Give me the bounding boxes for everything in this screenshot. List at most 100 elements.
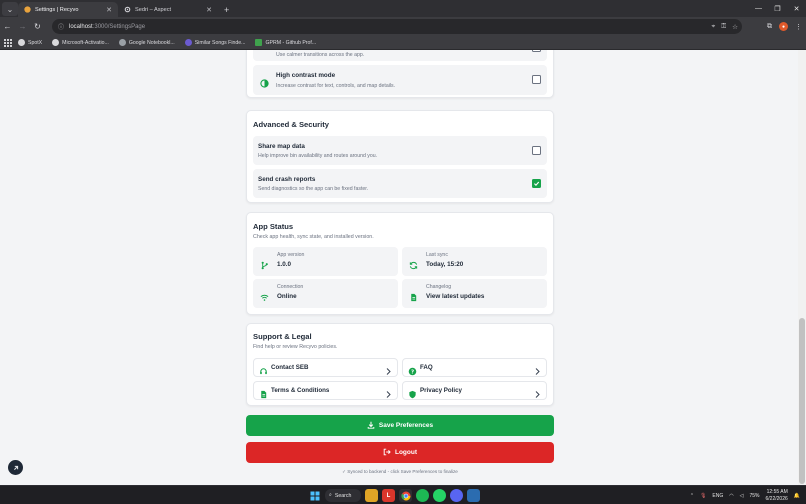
tab-settings[interactable]: Settings | Recyvo ✕ [18,2,118,17]
high-contrast-row[interactable]: High contrast mode Increase contrast for… [253,65,547,95]
save-preferences-button[interactable]: Save Preferences [246,415,554,436]
site-info-icon[interactable]: ⓘ [58,22,64,31]
chrome-icon[interactable] [399,489,412,502]
bookmark-similar-songs[interactable]: Similar Songs Finde... [184,39,245,46]
crash-reports-row[interactable]: Send crash reports Send diagnostics so t… [253,169,547,198]
spotify-icon[interactable] [416,489,429,502]
bookmark-microsoft-activation[interactable]: Microsoft-Activatio... [52,39,109,46]
chevron-right-icon [534,386,541,398]
gear-icon [124,6,131,13]
reduce-motion-row[interactable]: Use calmer transitions across the app. [253,50,547,61]
contact-seb-label: Contact SEB [271,364,309,371]
help-circle-icon: ? [408,363,417,375]
clock-time: 12:55 AM [766,489,788,495]
crash-reports-checkbox[interactable] [532,179,541,188]
connection-value: Online [277,293,297,300]
app-version-label: App version [277,252,305,258]
last-sync-value: Today, 15:20 [426,261,464,268]
document-icon [409,289,418,302]
password-key-icon[interactable]: ⚿ [721,23,726,31]
last-sync-label: Last sync [426,252,448,258]
windows-start-icon[interactable] [308,489,321,502]
tab-search-button[interactable]: ⌄ [2,2,18,16]
share-map-data-checkbox[interactable] [532,146,541,155]
connection-label: Connection [277,284,304,290]
maximize-icon[interactable]: ❐ [768,5,787,13]
notification-bell-icon[interactable]: 🔔 [794,493,800,499]
floating-action-button[interactable] [8,460,23,475]
contrast-icon [260,75,269,88]
headset-icon [259,363,268,375]
language-indicator[interactable]: ENG [712,493,723,499]
bookmark-star-icon[interactable]: ☆ [732,23,738,31]
share-map-data-label: Share map data [258,143,305,150]
logout-label: Logout [394,449,418,456]
bookmark-gprm[interactable]: GPRM - Github Prof... [255,39,316,46]
changelog-label: Changelog [426,284,452,290]
back-icon[interactable]: ← [0,22,15,31]
reload-icon[interactable]: ↻ [30,22,45,31]
menu-kebab-icon[interactable]: ⋮ [795,23,802,31]
address-bar[interactable]: ⓘ localhost:3000/SettingsPage ⌖ ⚿ ☆ [52,19,742,34]
terms-label: Terms & Conditions [271,387,330,394]
location-icon[interactable]: ⌖ [712,23,716,31]
taskbar-search[interactable]: ⌕ Search [325,489,361,502]
changelog-tile[interactable]: Changelog View latest updates [402,279,547,308]
connection-tile: Connection Online [253,279,398,308]
wifi-icon [260,289,269,301]
contact-seb-link[interactable]: Contact SEB [253,358,398,377]
section-subtitle: Check app health, sync state, and instal… [253,234,374,240]
chevron-up-icon[interactable]: ⌃ [690,493,694,499]
page-scrollbar[interactable] [798,50,806,485]
close-window-icon[interactable]: ✕ [787,5,806,13]
section-title: Advanced & Security [253,120,329,129]
l-app-icon[interactable]: L [382,489,395,502]
battery-level[interactable]: 75% [750,493,760,499]
close-tab-icon[interactable]: ✕ [106,6,112,14]
advanced-security-card: Advanced & Security Share map data Help … [246,110,554,203]
extensions-icon[interactable]: ⧉ [767,23,772,31]
sync-status-note: ✓ Synced to backend - click Save Prefere… [342,469,458,474]
bookmark-spotx[interactable]: SpotX [18,39,42,46]
terms-link[interactable]: Terms & Conditions [253,381,398,400]
notebook-icon [118,39,126,46]
logout-icon [383,448,391,458]
apps-grid-icon[interactable] [4,38,12,47]
shield-icon [408,386,417,399]
file-explorer-icon[interactable] [365,489,378,502]
new-tab-button[interactable]: + [218,2,235,17]
high-contrast-label: High contrast mode [276,72,336,79]
close-tab-icon[interactable]: ✕ [206,6,212,14]
forward-icon[interactable]: → [15,22,30,31]
browser-tab-strip: ⌄ Settings | Recyvo ✕ Sedri – Aspect ✕ +… [0,0,806,17]
minimize-icon[interactable]: — [749,5,768,12]
volume-icon[interactable]: ◁ [740,493,744,499]
share-map-data-row[interactable]: Share map data Help improve bin availabi… [253,136,547,165]
high-contrast-description: Increase contrast for text, controls, an… [276,83,396,89]
section-title: Support & Legal [253,332,312,341]
discord-icon[interactable] [450,489,463,502]
svg-text:?: ? [411,369,414,375]
section-title: App Status [253,222,294,231]
gprm-icon [255,39,263,46]
settings-page: Use calmer transitions across the app. H… [0,50,798,485]
clock-date: 6/22/2026 [765,495,788,502]
tab-sedri[interactable]: Sedri – Aspect ✕ [118,2,218,17]
logout-button[interactable]: Logout [246,442,554,463]
high-contrast-checkbox[interactable] [532,75,541,84]
faq-link[interactable]: ? FAQ [402,358,547,377]
clock[interactable]: 12:55 AM 6/22/2026 [766,489,788,502]
bookmark-google-notebooklm[interactable]: Google Notebookl... [118,39,175,46]
wifi-icon[interactable]: ◠ [729,493,733,499]
scrollbar-thumb[interactable] [799,318,805,484]
microphone-icon[interactable]: 🎙 [700,493,706,499]
app-window-icon[interactable] [467,489,480,502]
sync-icon [409,257,418,270]
reduce-motion-checkbox[interactable] [532,50,541,52]
profile-avatar[interactable]: ● [779,22,788,31]
app-version-value: 1.0.0 [277,261,292,268]
accessibility-card: Use calmer transitions across the app. H… [246,50,554,98]
app-version-tile: App version 1.0.0 [253,247,398,276]
whatsapp-icon[interactable] [433,489,446,502]
privacy-link[interactable]: Privacy Policy [402,381,547,400]
